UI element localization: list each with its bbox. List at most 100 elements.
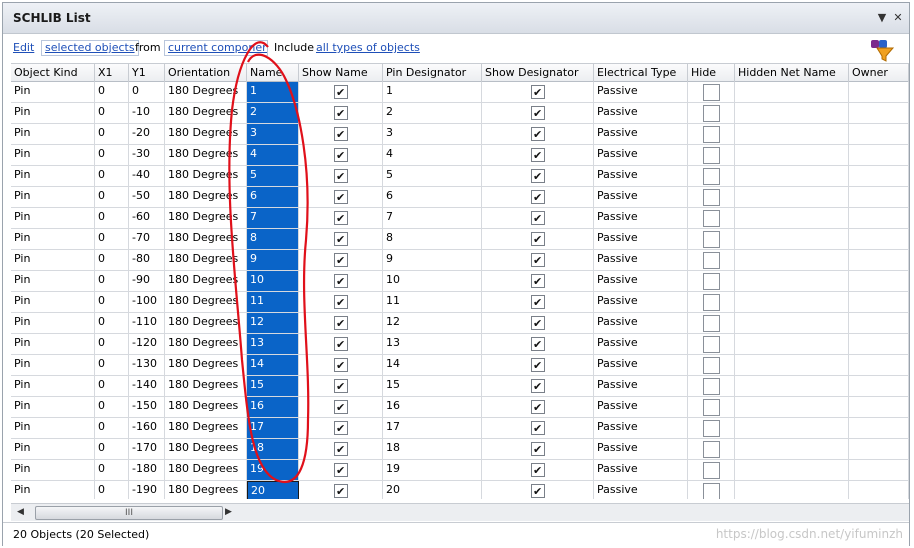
show-designator-checkbox[interactable] bbox=[531, 189, 545, 207]
cell-y1[interactable]: -50 bbox=[129, 187, 165, 208]
hide-checkbox[interactable] bbox=[703, 462, 720, 479]
cell-owner[interactable] bbox=[849, 313, 909, 334]
cell-y1[interactable]: 0 bbox=[129, 82, 165, 103]
show-name-checkbox[interactable] bbox=[334, 399, 348, 417]
cell-object-kind[interactable]: Pin bbox=[11, 124, 95, 145]
cell-show-designator[interactable] bbox=[482, 166, 594, 187]
show-designator-checkbox[interactable] bbox=[531, 441, 545, 459]
cell-orientation[interactable]: 180 Degrees bbox=[165, 250, 247, 271]
cell-pin-designator[interactable]: 17 bbox=[383, 418, 482, 439]
column-header-show-name[interactable]: Show Name bbox=[299, 64, 383, 82]
show-name-checkbox[interactable] bbox=[334, 147, 348, 165]
cell-hidden-net-name[interactable] bbox=[735, 145, 849, 166]
cell-name[interactable]: 2 bbox=[247, 103, 299, 124]
cell-object-kind[interactable]: Pin bbox=[11, 313, 95, 334]
cell-pin-designator[interactable]: 9 bbox=[383, 250, 482, 271]
show-designator-checkbox[interactable] bbox=[531, 210, 545, 228]
cell-pin-designator[interactable]: 11 bbox=[383, 292, 482, 313]
hide-checkbox[interactable] bbox=[703, 315, 720, 332]
cell-name[interactable]: 12 bbox=[247, 313, 299, 334]
show-name-checkbox[interactable] bbox=[334, 315, 348, 333]
cell-pin-designator[interactable]: 18 bbox=[383, 439, 482, 460]
cell-name[interactable]: 3 bbox=[247, 124, 299, 145]
cell-hidden-net-name[interactable] bbox=[735, 313, 849, 334]
cell-owner[interactable] bbox=[849, 376, 909, 397]
show-name-checkbox[interactable] bbox=[334, 483, 348, 499]
cell-hide[interactable] bbox=[688, 166, 735, 187]
cell-pin-designator[interactable]: 10 bbox=[383, 271, 482, 292]
cell-y1[interactable]: -70 bbox=[129, 229, 165, 250]
cell-name[interactable]: 13 bbox=[247, 334, 299, 355]
column-header-owner[interactable]: Owner bbox=[849, 64, 909, 82]
cell-show-name[interactable] bbox=[299, 439, 383, 460]
cell-hide[interactable] bbox=[688, 208, 735, 229]
cell-hide[interactable] bbox=[688, 397, 735, 418]
cell-y1[interactable]: -170 bbox=[129, 439, 165, 460]
cell-electrical-type[interactable]: Passive bbox=[594, 376, 688, 397]
cell-y1[interactable]: -30 bbox=[129, 145, 165, 166]
cell-show-designator[interactable] bbox=[482, 460, 594, 481]
show-designator-checkbox[interactable] bbox=[531, 147, 545, 165]
cell-y1[interactable]: -40 bbox=[129, 166, 165, 187]
cell-name[interactable]: 18 bbox=[247, 439, 299, 460]
cell-hidden-net-name[interactable] bbox=[735, 460, 849, 481]
cell-electrical-type[interactable]: Passive bbox=[594, 208, 688, 229]
cell-x1[interactable]: 0 bbox=[95, 187, 129, 208]
cell-show-name[interactable] bbox=[299, 355, 383, 376]
cell-hidden-net-name[interactable] bbox=[735, 271, 849, 292]
cell-x1[interactable]: 0 bbox=[95, 460, 129, 481]
edit-link[interactable]: Edit bbox=[13, 41, 34, 54]
show-designator-checkbox[interactable] bbox=[531, 231, 545, 249]
cell-y1[interactable]: -160 bbox=[129, 418, 165, 439]
cell-owner[interactable] bbox=[849, 187, 909, 208]
cell-object-kind[interactable]: Pin bbox=[11, 103, 95, 124]
cell-object-kind[interactable]: Pin bbox=[11, 460, 95, 481]
cell-pin-designator[interactable]: 4 bbox=[383, 145, 482, 166]
table-row[interactable]: Pin0-130180 Degrees1414Passive bbox=[11, 355, 909, 376]
cell-hidden-net-name[interactable] bbox=[735, 397, 849, 418]
cell-orientation[interactable]: 180 Degrees bbox=[165, 439, 247, 460]
cell-orientation[interactable]: 180 Degrees bbox=[165, 334, 247, 355]
cell-hide[interactable] bbox=[688, 481, 735, 499]
cell-orientation[interactable]: 180 Degrees bbox=[165, 271, 247, 292]
cell-name[interactable]: 7 bbox=[247, 208, 299, 229]
table-row[interactable]: Pin0-100180 Degrees1111Passive bbox=[11, 292, 909, 313]
column-header-orientation[interactable]: Orientation bbox=[165, 64, 247, 82]
cell-show-name[interactable] bbox=[299, 292, 383, 313]
cell-pin-designator[interactable]: 15 bbox=[383, 376, 482, 397]
cell-object-kind[interactable]: Pin bbox=[11, 145, 95, 166]
column-header-y1[interactable]: Y1 bbox=[129, 64, 165, 82]
cell-owner[interactable] bbox=[849, 271, 909, 292]
cell-owner[interactable] bbox=[849, 103, 909, 124]
cell-x1[interactable]: 0 bbox=[95, 481, 129, 499]
cell-orientation[interactable]: 180 Degrees bbox=[165, 208, 247, 229]
scroll-left-icon[interactable]: ◀ bbox=[17, 507, 24, 517]
cell-hide[interactable] bbox=[688, 313, 735, 334]
cell-hide[interactable] bbox=[688, 439, 735, 460]
cell-owner[interactable] bbox=[849, 355, 909, 376]
cell-show-name[interactable] bbox=[299, 187, 383, 208]
hide-checkbox[interactable] bbox=[703, 189, 720, 206]
cell-x1[interactable]: 0 bbox=[95, 439, 129, 460]
cell-electrical-type[interactable]: Passive bbox=[594, 271, 688, 292]
cell-x1[interactable]: 0 bbox=[95, 250, 129, 271]
cell-show-name[interactable] bbox=[299, 481, 383, 499]
cell-name[interactable]: 11 bbox=[247, 292, 299, 313]
cell-hide[interactable] bbox=[688, 103, 735, 124]
cell-hide[interactable] bbox=[688, 355, 735, 376]
cell-hidden-net-name[interactable] bbox=[735, 166, 849, 187]
cell-owner[interactable] bbox=[849, 208, 909, 229]
cell-name[interactable]: 6 bbox=[247, 187, 299, 208]
cell-object-kind[interactable]: Pin bbox=[11, 397, 95, 418]
cell-show-designator[interactable] bbox=[482, 145, 594, 166]
cell-x1[interactable]: 0 bbox=[95, 355, 129, 376]
hide-checkbox[interactable] bbox=[703, 105, 720, 122]
cell-show-designator[interactable] bbox=[482, 82, 594, 103]
table-row[interactable]: Pin0-10180 Degrees22Passive bbox=[11, 103, 909, 124]
cell-electrical-type[interactable]: Passive bbox=[594, 229, 688, 250]
cell-y1[interactable]: -100 bbox=[129, 292, 165, 313]
show-designator-checkbox[interactable] bbox=[531, 105, 545, 123]
column-header-x1[interactable]: X1 bbox=[95, 64, 129, 82]
cell-x1[interactable]: 0 bbox=[95, 145, 129, 166]
cell-x1[interactable]: 0 bbox=[95, 103, 129, 124]
